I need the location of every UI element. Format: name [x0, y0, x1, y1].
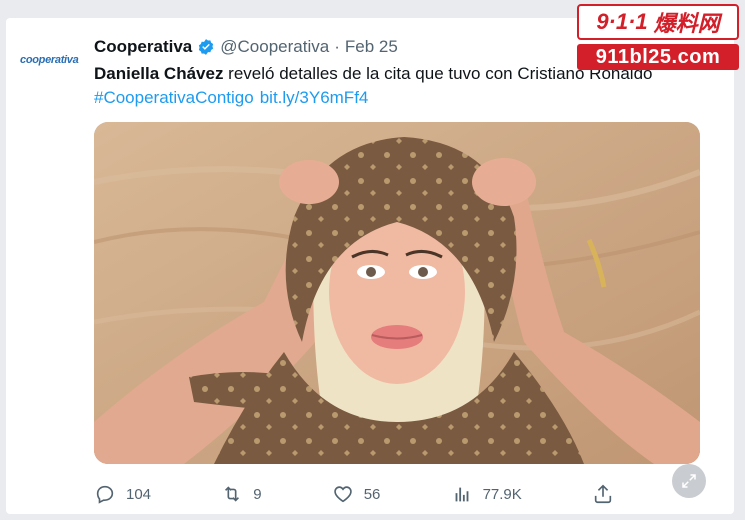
watermark-top: 9·1·1 爆料网 — [577, 4, 739, 40]
short-link[interactable]: bit.ly/3Y6mFf4 — [260, 88, 369, 107]
tweet-date[interactable]: Feb 25 — [345, 37, 398, 57]
share-icon — [594, 484, 612, 504]
account-avatar[interactable]: cooperativa — [20, 54, 84, 76]
verified-badge-icon — [197, 38, 215, 56]
watermark: 9·1·1 爆料网 911bl25.com — [577, 4, 739, 70]
retweet-count: 9 — [253, 485, 262, 503]
tweet-links: #CooperativaContigo bit.ly/3Y6mFf4 — [94, 86, 374, 110]
heart-icon — [333, 486, 352, 503]
expand-icon[interactable] — [672, 464, 706, 498]
watermark-number: 9·1·1 — [596, 9, 648, 34]
like-count: 56 — [363, 485, 381, 503]
share-action[interactable] — [592, 483, 614, 505]
tweet-bold-name: Daniella Chávez — [94, 64, 224, 83]
views-action[interactable]: 77.9K — [451, 483, 522, 505]
reply-icon — [96, 485, 114, 504]
account-name[interactable]: Cooperativa — [94, 37, 192, 57]
views-count: 77.9K — [482, 485, 522, 503]
watermark-url: 911bl25.com — [577, 44, 739, 70]
tweet-actions: 104 9 56 77.9K — [94, 480, 614, 508]
hashtag-link[interactable]: #CooperativaContigo — [94, 88, 254, 107]
tweet-header: Cooperativa @Cooperativa · Feb 25 — [94, 36, 398, 58]
views-icon — [455, 487, 468, 502]
retweet-icon — [225, 486, 240, 502]
reply-count: 104 — [126, 485, 152, 503]
tweet-photo[interactable] — [94, 122, 700, 464]
like-action[interactable]: 56 — [332, 483, 381, 505]
retweet-action[interactable]: 9 — [221, 483, 262, 505]
watermark-chinese: 爆料网 — [653, 11, 720, 36]
reply-action[interactable]: 104 — [94, 483, 151, 505]
tweet-card: cooperativa Cooperativa @Cooperativa · F… — [6, 18, 734, 514]
account-handle[interactable]: @Cooperativa — [220, 37, 329, 57]
separator-dot: · — [334, 37, 340, 56]
